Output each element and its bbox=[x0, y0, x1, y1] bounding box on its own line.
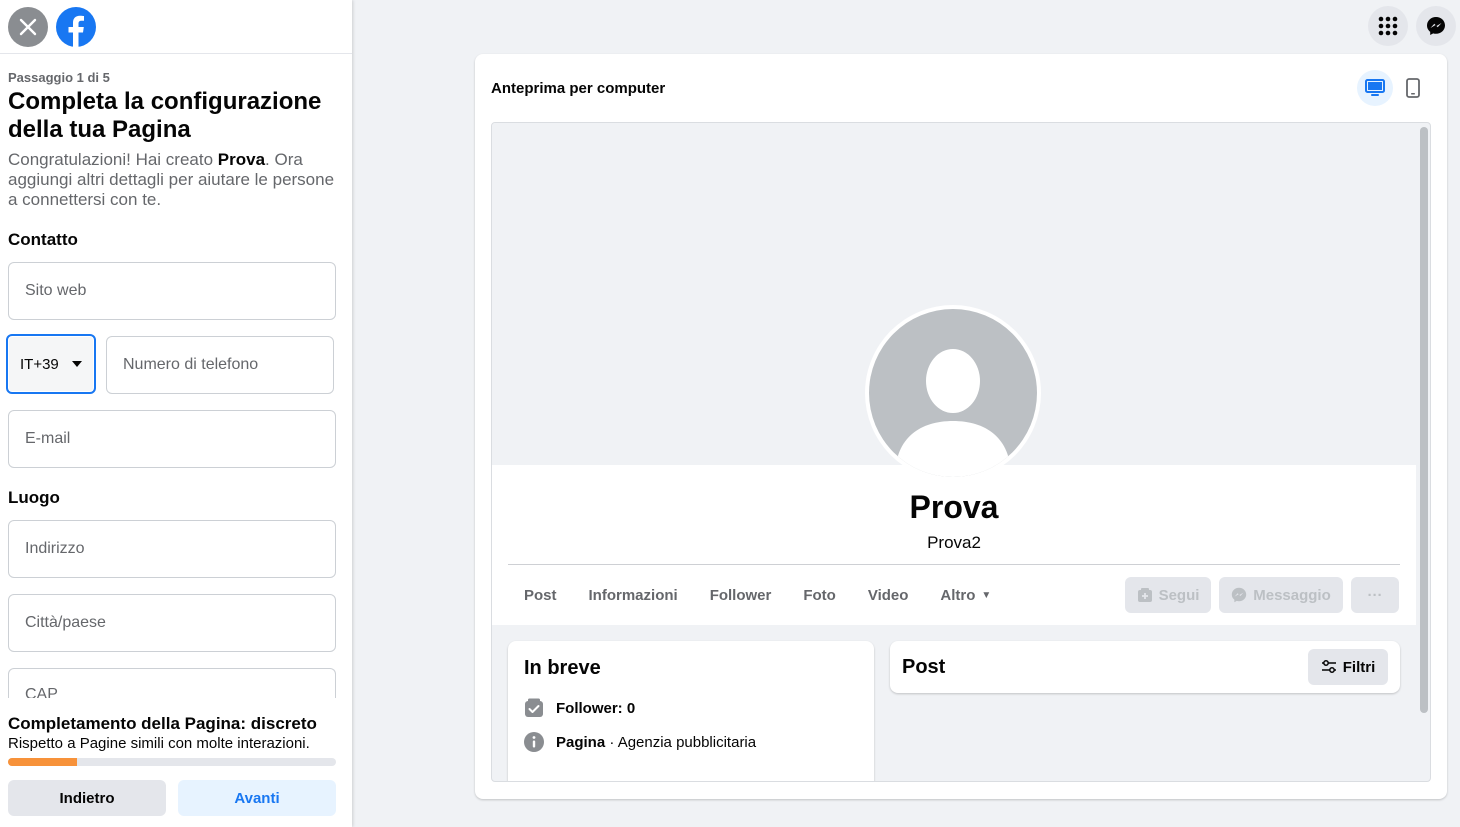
zip-placeholder: CAP bbox=[25, 686, 58, 698]
tab-altro[interactable]: Altro ▼ bbox=[924, 577, 1007, 613]
step-indicator: Passaggio 1 di 5 bbox=[8, 70, 110, 85]
close-icon bbox=[19, 18, 37, 35]
follower-check-icon bbox=[525, 698, 543, 717]
follow-icon bbox=[1137, 588, 1152, 602]
country-code-value: IT+39 bbox=[20, 355, 59, 373]
category-text: Pagina · Agenzia pubblicitaria bbox=[556, 734, 756, 751]
desktop-icon bbox=[1365, 79, 1385, 96]
desc-prefix: Congratulazioni! Hai creato bbox=[8, 150, 218, 169]
message-label: Messaggio bbox=[1253, 586, 1331, 604]
info-icon bbox=[524, 732, 544, 752]
followers-count: Follower: 0 bbox=[556, 699, 636, 717]
country-code-select[interactable]: IT+39 bbox=[6, 334, 96, 394]
location-heading: Luogo bbox=[8, 488, 60, 507]
setup-sidebar: Passaggio 1 di 5 Completa la configurazi… bbox=[0, 0, 352, 827]
city-field[interactable]: Città/paese bbox=[8, 594, 336, 652]
category-bold: Pagina bbox=[556, 733, 606, 751]
caret-down-icon bbox=[72, 361, 82, 367]
phone-row: IT+39 Numero di telefono bbox=[6, 334, 336, 394]
website-field[interactable]: Sito web bbox=[8, 262, 336, 320]
sidebar-footer: Completamento della Pagina: discreto Ris… bbox=[0, 698, 352, 827]
close-button[interactable] bbox=[8, 6, 48, 47]
phone-field[interactable]: Numero di telefono bbox=[106, 336, 334, 394]
category-rest: · Agenzia pubblicitaria bbox=[605, 733, 757, 751]
preview-page-name: Prova bbox=[909, 489, 999, 525]
tab-post[interactable]: Post bbox=[508, 577, 573, 613]
follow-button[interactable]: Segui bbox=[1125, 577, 1211, 613]
address-placeholder: Indirizzo bbox=[25, 540, 85, 557]
zip-field[interactable]: CAP bbox=[8, 668, 336, 698]
tab-informazioni[interactable]: Informazioni bbox=[573, 577, 694, 613]
sidebar-header bbox=[0, 0, 352, 54]
intro-title: In breve bbox=[524, 657, 601, 679]
tab-video[interactable]: Video bbox=[852, 577, 925, 613]
filter-label: Filtri bbox=[1342, 658, 1376, 676]
completion-progress-bar bbox=[8, 758, 336, 766]
avatar-placeholder bbox=[869, 309, 1037, 477]
mobile-preview-button[interactable] bbox=[1397, 70, 1429, 106]
tab-foto[interactable]: Foto bbox=[787, 577, 851, 613]
preview-title: Anteprima per computer bbox=[491, 80, 666, 97]
more-options-button[interactable]: ··· bbox=[1351, 577, 1399, 613]
progress-fill bbox=[8, 758, 77, 766]
phone-placeholder: Numero di telefono bbox=[123, 356, 259, 373]
page-tabs: Post Informazioni Follower Foto Video Al… bbox=[508, 577, 1007, 613]
footer-buttons: Indietro Avanti bbox=[8, 780, 344, 816]
followers-row: Follower: 0 bbox=[524, 698, 858, 718]
website-placeholder: Sito web bbox=[25, 282, 87, 299]
messenger-button[interactable] bbox=[1416, 6, 1456, 46]
page-title: Completa la configurazione della tua Pag… bbox=[8, 88, 322, 143]
preview-scrollbar[interactable] bbox=[1420, 127, 1428, 713]
filter-icon bbox=[1321, 660, 1336, 673]
apps-menu-button[interactable] bbox=[1368, 6, 1408, 46]
caret-down-icon: ▼ bbox=[981, 589, 992, 601]
tab-altro-label: Altro bbox=[940, 586, 976, 604]
setup-form: Passaggio 1 di 5 Completa la configurazi… bbox=[6, 70, 336, 698]
completion-subtext: Rispetto a Pagine simili con molte inter… bbox=[8, 735, 310, 752]
city-placeholder: Città/paese bbox=[25, 614, 106, 631]
contact-heading: Contatto bbox=[8, 230, 78, 249]
message-button[interactable]: Messaggio bbox=[1219, 577, 1343, 613]
follow-label: Segui bbox=[1158, 586, 1200, 604]
filter-button[interactable]: Filtri bbox=[1308, 649, 1388, 685]
email-field[interactable]: E-mail bbox=[8, 410, 336, 468]
profile-picture bbox=[865, 305, 1041, 481]
mobile-icon bbox=[1406, 78, 1420, 98]
posts-title: Post bbox=[902, 656, 946, 678]
desktop-preview-button[interactable] bbox=[1357, 70, 1393, 106]
completion-status: Completamento della Pagina: discreto bbox=[8, 714, 317, 733]
apps-grid-icon bbox=[1378, 16, 1398, 36]
email-placeholder: E-mail bbox=[25, 430, 71, 447]
tab-follower[interactable]: Follower bbox=[694, 577, 788, 613]
messenger-icon bbox=[1427, 17, 1445, 35]
top-right-icons bbox=[1368, 6, 1456, 46]
page-preview-frame: Prova Prova2 Post Informazioni Follower … bbox=[491, 122, 1431, 782]
facebook-logo-icon[interactable] bbox=[56, 6, 96, 47]
address-field[interactable]: Indirizzo bbox=[8, 520, 336, 578]
preview-page-username: Prova2 bbox=[927, 533, 981, 552]
default-avatar-icon bbox=[895, 349, 1011, 477]
page-actions: Segui Messaggio ··· bbox=[1125, 577, 1399, 613]
setup-description: Congratulazioni! Hai creato Prova. Ora a… bbox=[8, 150, 336, 210]
posts-card: Post Filtri bbox=[890, 641, 1400, 693]
profile-divider bbox=[508, 564, 1400, 565]
back-button[interactable]: Indietro bbox=[8, 780, 166, 816]
intro-card: In breve Follower: 0 Pagina · Agenzia pu… bbox=[508, 641, 874, 781]
messenger-small-icon bbox=[1232, 587, 1247, 603]
category-row: Pagina · Agenzia pubblicitaria bbox=[524, 732, 858, 752]
desc-page-name: Prova bbox=[217, 150, 266, 169]
preview-card: Anteprima per computer Prova Prova2 Post… bbox=[475, 54, 1447, 799]
next-button[interactable]: Avanti bbox=[178, 780, 336, 816]
